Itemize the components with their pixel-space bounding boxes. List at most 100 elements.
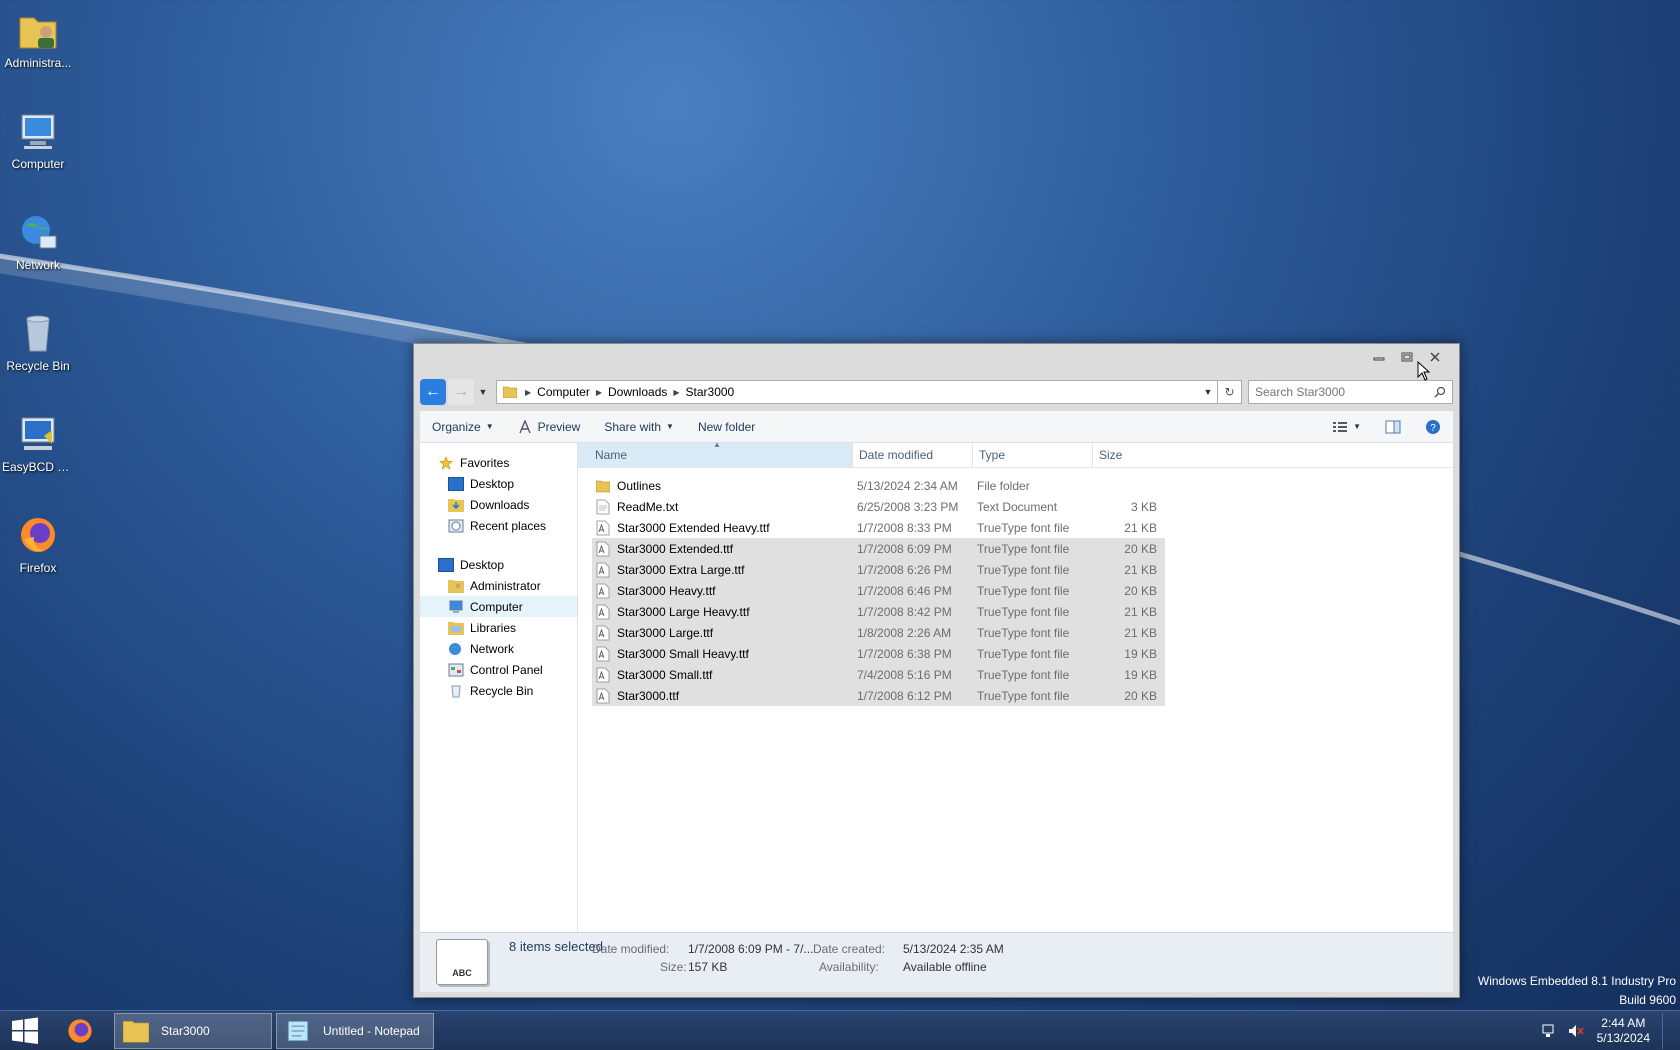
address-row: ← → ▼ ▶ Computer ▶ Downloads ▶ Star3000 … [420, 379, 1453, 405]
availability-value: Available offline [903, 960, 987, 974]
volume-muted-icon[interactable] [1567, 1023, 1585, 1039]
notepad-icon [287, 1020, 309, 1042]
file-row[interactable]: Star3000 Extended Heavy.ttf 1/7/2008 8:33… [592, 517, 1165, 538]
file-size: 21 KB [1124, 562, 1157, 577]
file-row[interactable]: ReadMe.txt 6/25/2008 3:23 PM Text Document… [592, 496, 1165, 517]
breadcrumb-star3000[interactable]: Star3000 [686, 385, 735, 399]
file-name-cell: Star3000 Extended Heavy.ttf [592, 520, 854, 536]
taskbar-firefox[interactable] [62, 1013, 98, 1049]
file-size: 19 KB [1124, 646, 1157, 661]
help-button[interactable]: ? [1413, 419, 1453, 435]
file-row[interactable]: Star3000 Large Heavy.ttf 1/7/2008 8:42 PM… [592, 601, 1165, 622]
start-button[interactable] [6, 1015, 44, 1047]
restore-icon [1401, 352, 1413, 362]
nav-downloads[interactable]: Downloads [420, 494, 577, 515]
system-tray: 2:44 AM 5/13/2024 [1541, 1013, 1670, 1049]
desktop-icon-recycle-bin[interactable]: Recycle Bin [0, 305, 76, 373]
network-status-icon[interactable] [1541, 1023, 1559, 1039]
font-file-icon [596, 646, 610, 661]
new-folder-button[interactable]: New folder [686, 420, 767, 434]
font-file-icon [596, 688, 610, 703]
desktop-icon-computer[interactable]: Computer [0, 103, 76, 171]
explorer-window[interactable]: ← → ▼ ▶ Computer ▶ Downloads ▶ Star3000 … [413, 343, 1460, 998]
computer-icon [21, 114, 55, 149]
nav-favorites[interactable]: Favorites [420, 452, 577, 473]
change-view-button[interactable]: ▼ [1320, 421, 1373, 433]
nav-desktop-root[interactable]: Desktop [420, 554, 577, 575]
forward-arrow-icon: → [453, 383, 469, 400]
file-name-cell: Star3000.ttf [592, 688, 854, 704]
network-icon [22, 216, 57, 249]
chevron-down-icon: ▼ [485, 422, 494, 431]
file-name: Star3000 Extra Large.ttf [617, 562, 745, 577]
taskbar-item-label: Star3000 [161, 1024, 210, 1038]
user-folder-icon [448, 579, 464, 593]
nav-desktop-favorite[interactable]: Desktop [420, 473, 577, 494]
column-header-date[interactable]: Date modified [853, 443, 973, 467]
desktop-icon-network[interactable]: Network [0, 204, 76, 272]
forward-button[interactable]: → [448, 379, 474, 405]
availability-label: Availability: [819, 960, 879, 974]
recent-locations-button[interactable]: ▼ [476, 379, 490, 405]
nav-control-panel[interactable]: Control Panel [420, 659, 577, 680]
file-row[interactable]: Star3000 Small Heavy.ttf 1/7/2008 6:38 PM… [592, 643, 1165, 664]
search-input[interactable] [1255, 385, 1434, 399]
nav-label: Computer [470, 599, 523, 614]
minimize-button[interactable] [1365, 347, 1393, 367]
show-desktop-button[interactable] [1662, 1013, 1670, 1049]
desktop-icon-label: Computer [11, 157, 65, 171]
clock[interactable]: 2:44 AM 5/13/2024 [1597, 1016, 1650, 1046]
file-row[interactable]: Star3000.ttf 1/7/2008 6:12 PM TrueType fon… [592, 685, 1165, 706]
desktop-icon-firefox[interactable]: Firefox [0, 507, 76, 575]
organize-button[interactable]: Organize ▼ [420, 420, 506, 434]
file-row[interactable]: Star3000 Small.ttf 7/4/2008 5:16 PM TrueTy… [592, 664, 1165, 685]
file-list-pane: ▲ Name Date modified Type Size Outlines 5… [578, 440, 1453, 932]
nav-recent-places[interactable]: Recent places [420, 515, 577, 536]
file-row[interactable]: Star3000 Large.ttf 1/8/2008 2:26 AM TrueTy… [592, 622, 1165, 643]
file-type: TrueType font file [977, 520, 1070, 535]
font-file-icon [596, 583, 610, 598]
column-header-name[interactable]: ▲ Name [578, 440, 853, 467]
os-watermark: Windows Embedded 8.1 Industry Pro Build … [1478, 972, 1676, 1010]
clock-time: 2:44 AM [1601, 1016, 1646, 1030]
column-header-type[interactable]: Type [973, 443, 1093, 467]
nav-administrator[interactable]: Administrator [420, 575, 577, 596]
file-row[interactable]: Star3000 Heavy.ttf 1/7/2008 6:46 PM TrueTy… [592, 580, 1165, 601]
size-label: Size: [660, 960, 687, 974]
nav-label: Libraries [470, 620, 517, 635]
address-dropdown-icon[interactable]: ▼ [1199, 387, 1217, 397]
breadcrumb-computer[interactable]: Computer [537, 385, 590, 399]
file-row[interactable]: Outlines 5/13/2024 2:34 AM File folder [592, 475, 1165, 496]
refresh-button[interactable]: ↻ [1218, 380, 1242, 404]
preview-pane-button[interactable] [1373, 420, 1413, 434]
breadcrumb-separator-icon: ▶ [673, 387, 680, 397]
file-type: TrueType font file [977, 583, 1070, 598]
search-box[interactable] [1248, 380, 1453, 404]
file-type: File folder [977, 478, 1030, 493]
font-file-icon [596, 667, 610, 682]
column-header-size[interactable]: Size [1093, 443, 1163, 467]
size-value: 157 KB [688, 960, 728, 974]
back-button[interactable]: ← [420, 379, 446, 405]
file-row[interactable]: Star3000 Extra Large.ttf 1/7/2008 6:26 PM… [592, 559, 1165, 580]
file-row[interactable]: Star3000 Extended.ttf 1/7/2008 6:09 PM Tru… [592, 538, 1165, 559]
desktop-icon-administrator[interactable]: Administra... [0, 2, 76, 70]
nav-computer[interactable]: Computer [420, 596, 577, 617]
nav-network[interactable]: Network [420, 638, 577, 659]
title-bar[interactable] [414, 344, 1459, 374]
share-with-button[interactable]: Share with ▼ [592, 420, 686, 434]
taskbar-explorer-star3000[interactable]: Star3000 [114, 1013, 272, 1049]
file-size: 3 KB [1130, 499, 1157, 514]
desktop-icon-easybcd[interactable]: EasyBCD 2.4 [0, 406, 76, 474]
file-date: 6/25/2008 3:23 PM [857, 499, 959, 514]
nav-libraries[interactable]: Libraries [420, 617, 577, 638]
address-bar[interactable]: ▶ Computer ▶ Downloads ▶ Star3000 ▼ [496, 380, 1218, 404]
breadcrumb-downloads[interactable]: Downloads [608, 385, 667, 399]
preview-button[interactable]: Preview [506, 419, 593, 434]
file-size: 20 KB [1124, 583, 1157, 598]
taskbar: Star3000 Untitled - Notepad 2:44 AM 5/13… [0, 1010, 1680, 1050]
taskbar-notepad[interactable]: Untitled - Notepad [276, 1013, 434, 1049]
breadcrumb-separator-icon: ▶ [595, 387, 602, 397]
refresh-icon: ↻ [1224, 385, 1235, 399]
nav-recycle-bin[interactable]: Recycle Bin [420, 680, 577, 701]
